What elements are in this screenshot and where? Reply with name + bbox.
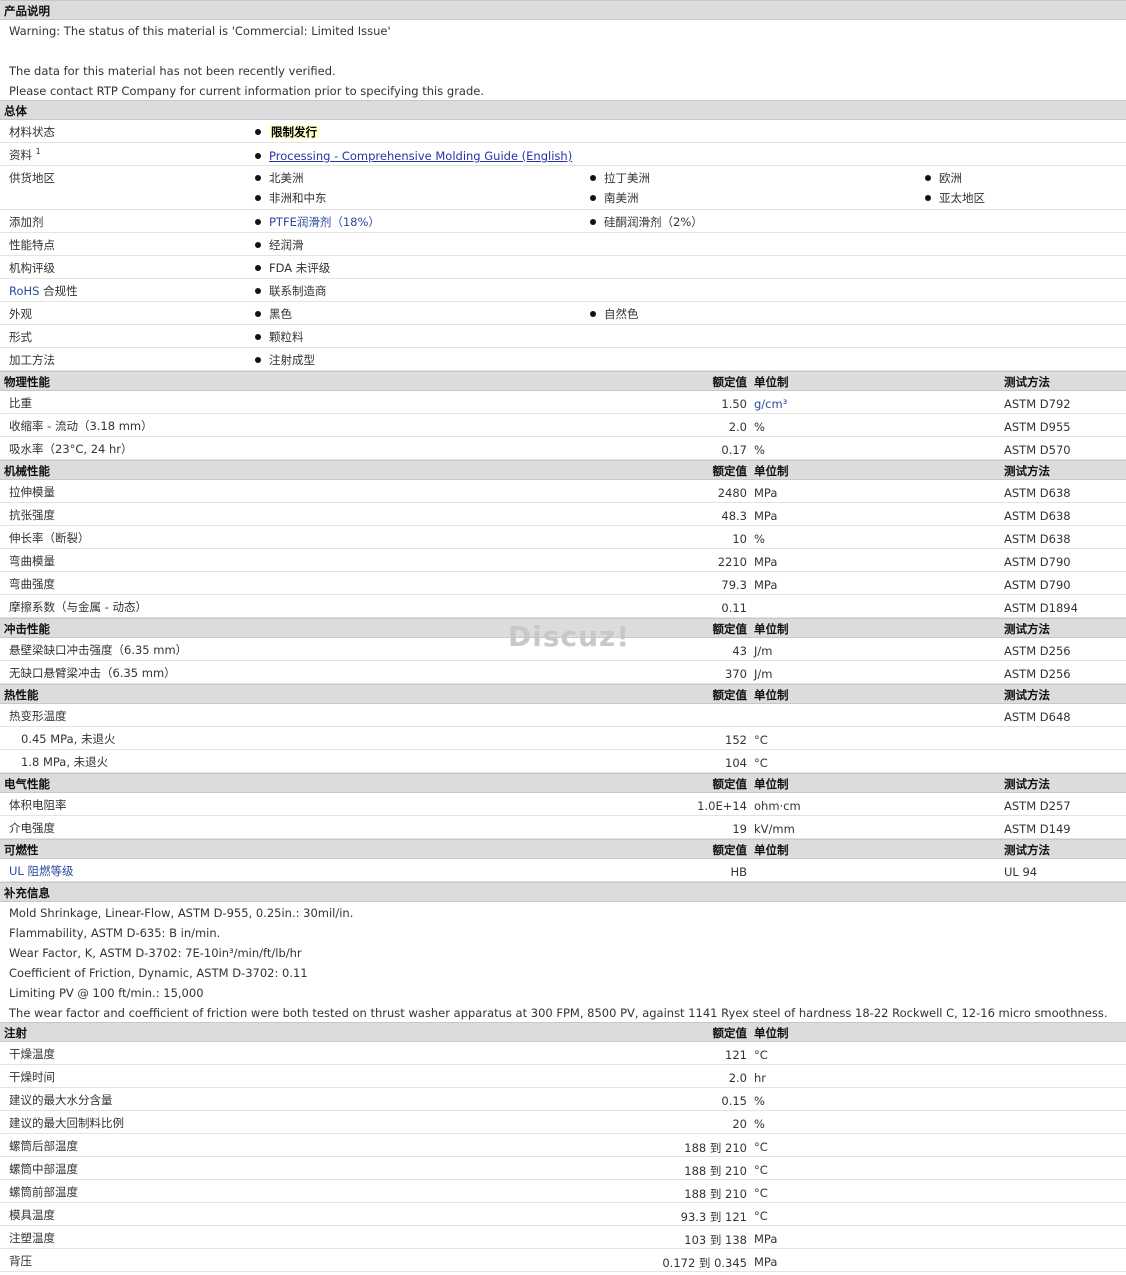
section-flammability: 可燃性 额定值 单位制 测试方法 [0,839,1126,859]
row-features: 性能特点 经润滑 [0,233,1126,256]
bullet-icon [255,310,261,317]
supplement-line: Flammability, ASTM D-635: B in/min. [9,926,221,940]
section-description: 产品说明 [0,0,1126,20]
bullet-icon [925,174,931,181]
table-row: 1.8 MPa, 未退火 104 °C [0,750,1126,773]
row-appearance: 外观 黑色 自然色 [0,302,1126,325]
bullet-icon [255,241,261,248]
row-regions: 供货地区 北美洲 拉丁美洲 欧洲 非洲和中东 南美洲 亚太地区 [0,166,1126,210]
table-row: 摩擦系数（与金属 - 动态） 0.11 ASTM D1894 [0,595,1126,618]
section-general: 总体 [0,100,1126,120]
processing-guide-link[interactable]: Processing - Comprehensive Molding Guide… [269,149,572,163]
section-mechanical: 机械性能 额定值 单位制 测试方法 [0,460,1126,480]
supplement-line: The wear factor and coefficient of frict… [9,1006,1108,1020]
section-injection: 注射 额定值 单位制 [0,1022,1126,1042]
bullet-icon [590,194,596,201]
bullet-icon [590,310,596,317]
bullet-icon [255,194,261,201]
table-row: UL 阻燃等级 HB UL 94 [0,859,1126,882]
table-row: 螺筒中部温度 188 到 210 °C [0,1157,1126,1180]
section-thermal: 热性能 额定值 单位制 测试方法 [0,684,1126,704]
desc-line: Warning: The status of this material is … [9,24,391,38]
table-row: 介电强度 19 kV/mm ASTM D149 [0,816,1126,839]
table-row: 比重 1.50 g/cm³ ASTM D792 [0,391,1126,414]
table-row: 弯曲模量 2210 MPa ASTM D790 [0,549,1126,572]
desc-line: The data for this material has not been … [9,64,336,78]
bullet-icon [590,218,596,225]
table-row: 热变形温度 ASTM D648 [0,704,1126,727]
bullet-icon [255,356,261,363]
supplement-line: Limiting PV @ 100 ft/min.: 15,000 [9,986,204,1000]
bullet-icon [255,174,261,181]
table-row: 螺筒前部温度 188 到 210 °C [0,1180,1126,1203]
row-rohs: RoHS 合规性 联系制造商 [0,279,1126,302]
row-status: 材料状态 限制发行 [0,120,1126,143]
table-row: 抗张强度 48.3 MPa ASTM D638 [0,503,1126,526]
desc-line: Please contact RTP Company for current i… [9,84,484,98]
section-electrical: 电气性能 额定值 单位制 测试方法 [0,773,1126,793]
table-row: 伸长率（断裂） 10% ASTM D638 [0,526,1126,549]
table-row: 模具温度 93.3 到 121 °C [0,1203,1126,1226]
section-physical: 物理性能 额定值 单位制 测试方法 [0,371,1126,391]
section-supplement: 补充信息 [0,882,1126,902]
table-row: 干燥温度 121 °C [0,1042,1126,1065]
desc-line [0,40,1126,60]
supplement-line: Coefficient of Friction, Dynamic, ASTM D… [9,966,308,980]
row-form: 形式 颗粒料 [0,325,1126,348]
bullet-icon [255,152,261,159]
bullet-icon [590,174,596,181]
table-row: 干燥时间 2.0 hr [0,1065,1126,1088]
row-docs: 资料 1 Processing - Comprehensive Molding … [0,143,1126,166]
bullet-icon [255,128,261,135]
bullet-icon [255,218,261,225]
table-row: 体积电阻率 1.0E+14 ohm·cm ASTM D257 [0,793,1126,816]
table-row: 0.45 MPa, 未退火 152 °C [0,727,1126,750]
table-row: 背压 0.172 到 0.345 MPa [0,1249,1126,1272]
table-row: 弯曲强度 79.3 MPa ASTM D790 [0,572,1126,595]
table-row: 收缩率 - 流动（3.18 mm） 2.0% ASTM D955 [0,414,1126,437]
row-additives: 添加剂 PTFE润滑剂（18%） 硅酮润滑剂（2%） [0,210,1126,233]
row-process-method: 加工方法 注射成型 [0,348,1126,371]
table-row: 注塑温度 103 到 138 MPa [0,1226,1126,1249]
table-row: 螺筒后部温度 188 到 210 °C [0,1134,1126,1157]
table-row: 建议的最大回制料比例 20% [0,1111,1126,1134]
bullet-icon [255,287,261,294]
bullet-icon [255,264,261,271]
table-row: 拉伸模量 2480 MPa ASTM D638 [0,480,1126,503]
bullet-icon [255,333,261,340]
status-badge: 限制发行 [269,125,319,139]
supplement-line: Wear Factor, K, ASTM D-3702: 7E-10in³/mi… [9,946,302,960]
table-row: 吸水率（23°C, 24 hr） 0.17% ASTM D570 [0,437,1126,460]
table-row: 建议的最大水分含量 0.15% [0,1088,1126,1111]
supplement-line: Mold Shrinkage, Linear-Flow, ASTM D-955,… [9,906,354,920]
table-row: 无缺口悬臂梁冲击（6.35 mm） 370 J/m ASTM D256 [0,661,1126,684]
bullet-icon [925,194,931,201]
row-agency: 机构评级 FDA 未评级 [0,256,1126,279]
watermark: Discuz! [508,620,631,653]
